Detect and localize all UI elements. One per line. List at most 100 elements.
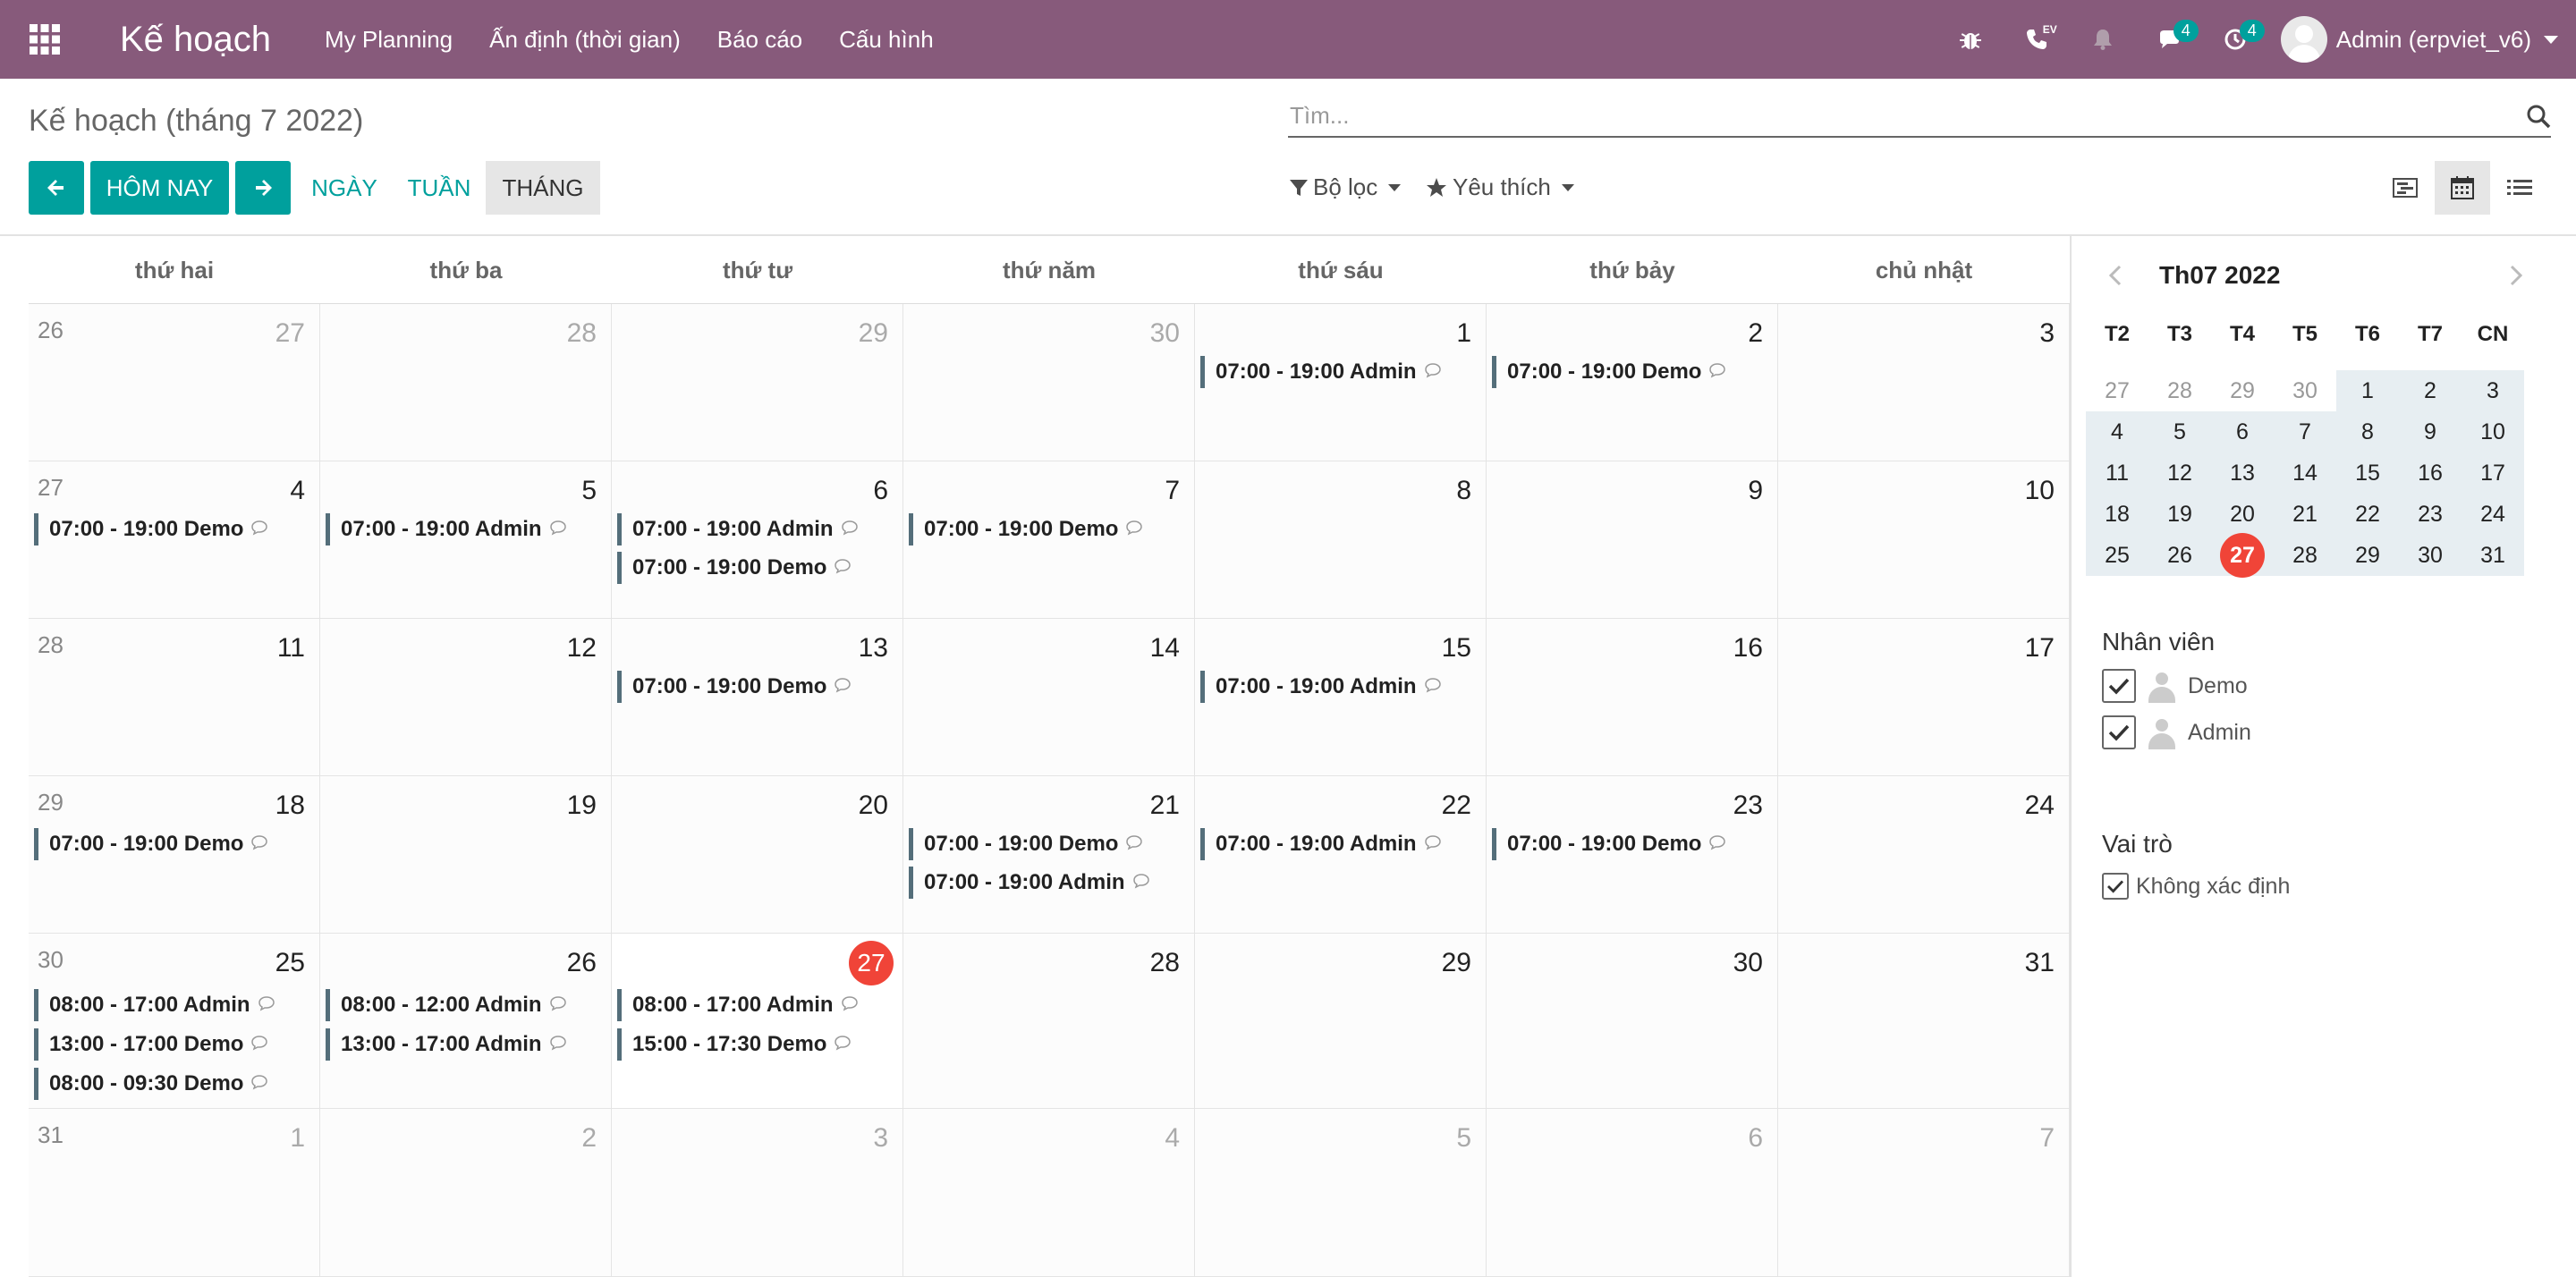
planning-shift-event[interactable]: 07:00 - 19:00 Demo: [34, 828, 268, 860]
mini-day[interactable]: 13: [2211, 452, 2274, 494]
calendar-day-cell[interactable]: 8: [1195, 461, 1487, 619]
calendar-day-cell[interactable]: 14: [903, 619, 1195, 776]
mini-day[interactable]: 11: [2086, 452, 2148, 494]
voip-phone-icon[interactable]: EV: [2004, 0, 2070, 79]
mini-day[interactable]: 12: [2148, 452, 2211, 494]
planning-shift-event[interactable]: 07:00 - 19:00 Admin: [1200, 828, 1442, 860]
calendar-day-cell[interactable]: 12: [320, 619, 612, 776]
calendar-day-cell[interactable]: 19: [320, 776, 612, 934]
calendar-day-cell[interactable]: 16: [1487, 619, 1778, 776]
previous-button[interactable]: [29, 161, 84, 215]
scale-week-button[interactable]: TUẦN: [396, 161, 482, 215]
calendar-day-cell[interactable]: 27 4 07:00 - 19:00 Demo: [29, 461, 320, 619]
calendar-day-cell[interactable]: 1 07:00 - 19:00 Admin: [1195, 304, 1487, 461]
mini-prev-month-icon[interactable]: [2107, 265, 2123, 291]
mini-day[interactable]: 20: [2211, 494, 2274, 535]
calendar-day-cell[interactable]: 28: [903, 934, 1195, 1109]
mini-day[interactable]: 28: [2148, 370, 2211, 411]
mini-day[interactable]: 29: [2336, 535, 2399, 576]
calendar-day-cell[interactable]: 30 25 08:00 - 17:00 Admin 13:00 - 17:00 Dem…: [29, 934, 320, 1109]
calendar-day-cell[interactable]: 9: [1487, 461, 1778, 619]
calendar-view-button[interactable]: [2435, 161, 2490, 215]
employee-admin-checkbox[interactable]: [2102, 715, 2136, 749]
mini-day[interactable]: 26: [2148, 535, 2211, 576]
calendar-day-cell[interactable]: 15 07:00 - 19:00 Admin: [1195, 619, 1487, 776]
mini-day[interactable]: 29: [2211, 370, 2274, 411]
planning-shift-event[interactable]: 07:00 - 19:00 Demo: [909, 828, 1143, 860]
calendar-day-cell[interactable]: 31 1: [29, 1109, 320, 1277]
next-button[interactable]: [235, 161, 291, 215]
calendar-day-cell[interactable]: 3: [1778, 304, 2070, 461]
planning-shift-event[interactable]: 07:00 - 19:00 Demo: [617, 671, 852, 703]
mini-day[interactable]: 8: [2336, 411, 2399, 452]
mini-day[interactable]: 19: [2148, 494, 2211, 535]
calendar-day-cell[interactable]: 29: [612, 304, 903, 461]
list-view-button[interactable]: [2492, 161, 2547, 215]
mini-day[interactable]: 5: [2148, 411, 2211, 452]
planning-shift-event[interactable]: 07:00 - 19:00 Admin: [1200, 671, 1442, 703]
calendar-day-cell[interactable]: 21 07:00 - 19:00 Demo 07:00 - 19:00 Admin: [903, 776, 1195, 934]
mini-day[interactable]: 27: [2086, 370, 2148, 411]
calendar-day-cell[interactable]: 31: [1778, 934, 2070, 1109]
mini-day[interactable]: 28: [2274, 535, 2336, 576]
planning-shift-event[interactable]: 07:00 - 19:00 Admin: [326, 513, 567, 545]
calendar-day-cell[interactable]: 30: [903, 304, 1195, 461]
favorites-dropdown[interactable]: Yêu thích: [1426, 173, 1574, 201]
calendar-day-cell[interactable]: 17: [1778, 619, 2070, 776]
planning-shift-event[interactable]: 07:00 - 19:00 Demo: [1492, 356, 1726, 388]
activity-clock-icon[interactable]: 4: [2202, 0, 2268, 79]
planning-shift-event[interactable]: 13:00 - 17:00 Admin: [326, 1028, 567, 1061]
calendar-day-cell[interactable]: 28 11: [29, 619, 320, 776]
mini-day[interactable]: 3: [2462, 370, 2524, 411]
debug-bug-icon[interactable]: [1937, 0, 2004, 79]
planning-shift-event[interactable]: 07:00 - 19:00 Demo: [909, 513, 1143, 545]
mini-next-month-icon[interactable]: [2508, 265, 2524, 291]
planning-shift-event[interactable]: 07:00 - 19:00 Demo: [1492, 828, 1726, 860]
planning-shift-event[interactable]: 07:00 - 19:00 Demo: [617, 552, 852, 584]
calendar-day-cell[interactable]: 29: [1195, 934, 1487, 1109]
menu-reports[interactable]: Báo cáo: [717, 26, 802, 54]
calendar-day-cell[interactable]: 28: [320, 304, 612, 461]
mini-day[interactable]: 22: [2336, 494, 2399, 535]
calendar-day-cell[interactable]: 23 07:00 - 19:00 Demo: [1487, 776, 1778, 934]
app-title[interactable]: Kế hoạch: [120, 20, 271, 60]
mini-day[interactable]: 16: [2399, 452, 2462, 494]
calendar-day-cell[interactable]: 13 07:00 - 19:00 Demo: [612, 619, 903, 776]
planning-shift-event[interactable]: 15:00 - 17:30 Demo: [617, 1028, 852, 1061]
scale-month-button[interactable]: THÁNG: [486, 161, 600, 215]
menu-my-planning[interactable]: My Planning: [325, 26, 453, 54]
employee-demo-checkbox[interactable]: [2102, 669, 2136, 703]
mini-day[interactable]: 18: [2086, 494, 2148, 535]
planning-shift-event[interactable]: 08:00 - 17:00 Admin: [34, 989, 275, 1021]
planning-shift-event[interactable]: 13:00 - 17:00 Demo: [34, 1028, 268, 1061]
mini-day[interactable]: 25: [2086, 535, 2148, 576]
calendar-day-cell[interactable]: 7 07:00 - 19:00 Demo: [903, 461, 1195, 619]
calendar-day-cell[interactable]: 5: [1195, 1109, 1487, 1277]
mini-day[interactable]: 10: [2462, 411, 2524, 452]
filter-employee-admin[interactable]: Admin: [2102, 715, 2251, 749]
filter-role-undefined[interactable]: Không xác định: [2102, 873, 2290, 900]
menu-configuration[interactable]: Cấu hình: [839, 26, 934, 54]
mini-day[interactable]: 23: [2399, 494, 2462, 535]
calendar-day-cell[interactable]: 30: [1487, 934, 1778, 1109]
calendar-day-cell[interactable]: 2 07:00 - 19:00 Demo: [1487, 304, 1778, 461]
calendar-day-cell-today[interactable]: 27 08:00 - 17:00 Admin 15:00 - 17:30 Demo: [612, 934, 903, 1109]
calendar-day-cell[interactable]: 6 07:00 - 19:00 Admin 07:00 - 19:00 Demo: [612, 461, 903, 619]
mini-day[interactable]: 31: [2462, 535, 2524, 576]
menu-assign[interactable]: Ấn định (thời gian): [489, 26, 681, 54]
planning-shift-event[interactable]: 08:00 - 17:00 Admin: [617, 989, 859, 1021]
mini-day[interactable]: 30: [2399, 535, 2462, 576]
planning-shift-event[interactable]: 07:00 - 19:00 Admin: [909, 867, 1150, 899]
mini-day[interactable]: 6: [2211, 411, 2274, 452]
calendar-day-cell[interactable]: 26 08:00 - 12:00 Admin 13:00 - 17:00 Admin: [320, 934, 612, 1109]
calendar-day-cell[interactable]: 24: [1778, 776, 2070, 934]
calendar-day-cell[interactable]: 6: [1487, 1109, 1778, 1277]
apps-menu-icon[interactable]: [0, 0, 89, 79]
planning-shift-event[interactable]: 08:00 - 12:00 Admin: [326, 989, 567, 1021]
calendar-day-cell[interactable]: 5 07:00 - 19:00 Admin: [320, 461, 612, 619]
calendar-day-cell[interactable]: 22 07:00 - 19:00 Admin: [1195, 776, 1487, 934]
planning-shift-event[interactable]: 07:00 - 19:00 Admin: [617, 513, 859, 545]
search-input[interactable]: [1288, 97, 2487, 134]
mini-day[interactable]: 2: [2399, 370, 2462, 411]
mini-day[interactable]: 1: [2336, 370, 2399, 411]
